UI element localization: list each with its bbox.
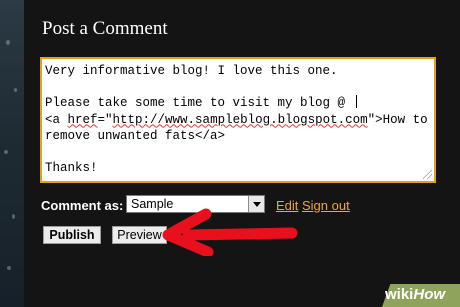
comment-line: Thanks! <box>45 161 98 176</box>
comment-text: ">How to <box>367 112 428 127</box>
watermark-wiki: wiki <box>385 286 414 303</box>
text-cursor <box>355 95 357 109</box>
comment-text: Please take some time to visit my blog @ <box>45 96 353 111</box>
water-drop <box>12 214 15 219</box>
water-drop <box>6 40 10 45</box>
comment-text: <a <box>45 112 68 127</box>
red-arrow-icon <box>162 208 298 256</box>
comment-line: remove unwanted fats</a> <box>45 128 226 143</box>
comment-as-label: Comment as: <box>41 198 124 213</box>
comment-line: <a href="http://www.sampleblog.blogspot.… <box>45 112 431 128</box>
spellcheck-word: href <box>67 112 98 127</box>
watermark-how: How <box>413 286 446 303</box>
comment-line: Very informative blog! I love this one. <box>45 64 338 78</box>
comment-textarea[interactable]: Very informative blog! I love this one. P… <box>40 57 436 183</box>
background-strip <box>0 0 24 307</box>
comment-text: =" <box>97 112 113 127</box>
water-drop <box>4 150 8 154</box>
water-drop <box>14 88 17 92</box>
water-drop <box>7 266 11 270</box>
sign-out-link[interactable]: Sign out <box>302 198 350 213</box>
comment-line: Please take some time to visit my blog @ <box>45 95 431 111</box>
spellcheck-word: http://www.sampleblog.blogspot.com <box>112 112 368 127</box>
publish-button[interactable]: Publish <box>43 226 101 244</box>
resize-grip-icon[interactable] <box>423 170 432 179</box>
section-title: Post a Comment <box>42 18 168 39</box>
watermark-logo: wikiHow <box>385 286 445 303</box>
